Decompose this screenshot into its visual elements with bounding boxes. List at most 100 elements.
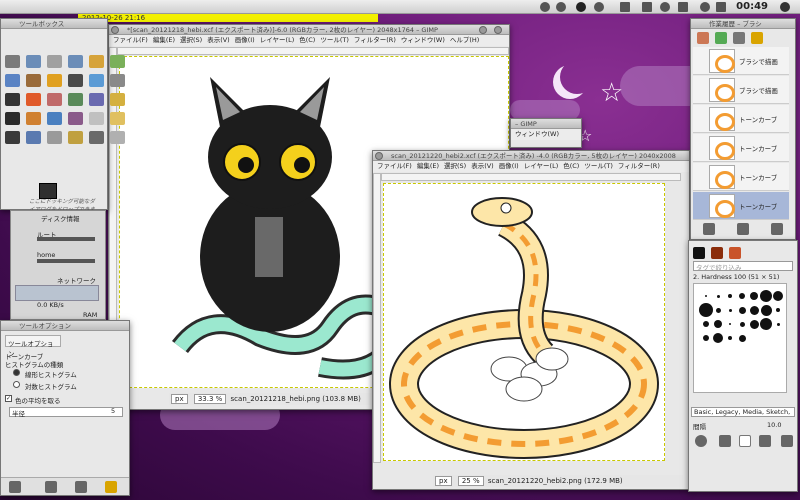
tool-icon[interactable] [110,131,125,144]
menu-item[interactable]: フィルター(R) [354,36,396,44]
black-swatch[interactable] [693,247,705,259]
tool-icon[interactable] [47,131,62,144]
tool-icon[interactable] [68,74,83,87]
menu-item[interactable]: ファイル(F) [113,36,148,44]
menu-item[interactable]: 編集(E) [153,36,175,44]
history-item[interactable]: トーンカーブ [693,192,789,220]
delete-options-icon[interactable] [75,481,87,493]
menu-item[interactable]: 編集(E) [417,162,439,170]
menu-window[interactable]: ウィンドウ(W) [511,129,581,140]
menu-item[interactable]: ヘルプ(H) [450,36,479,44]
tab-tool-options[interactable]: ツールオプション [5,335,61,358]
zoom-select[interactable]: 33.3 % [193,394,227,404]
menu-item[interactable]: 選択(S) [444,162,466,170]
reset-options-icon[interactable] [105,481,117,493]
sound-icon[interactable] [700,2,710,12]
brush-preset[interactable] [760,318,772,330]
tool-icon[interactable] [110,93,125,106]
tool-icon[interactable] [68,131,83,144]
clock[interactable]: 00:49 [736,1,768,12]
history-item[interactable]: トーンカーブ [693,134,789,162]
tool-icon[interactable] [89,93,104,106]
menu-item[interactable]: レイヤー(L) [260,36,295,44]
power-icon[interactable] [576,2,586,12]
tool-icon[interactable] [89,74,104,87]
history-item[interactable]: トーンカーブ [693,105,789,133]
brush-preset[interactable] [714,320,722,328]
delete-history-icon[interactable] [771,223,783,235]
tool-icon[interactable] [89,112,104,125]
minimize-button[interactable] [111,26,119,34]
brush-filter-input[interactable]: タグで絞り込み [693,261,793,272]
tool-icon[interactable] [5,112,20,125]
tool-icon[interactable] [68,55,83,68]
tool-icon[interactable] [89,131,104,144]
menu-item[interactable]: ファイル(F) [377,162,412,170]
brush-preset[interactable] [716,294,720,298]
zoom-select[interactable]: 25 % [457,476,484,486]
menu-item[interactable]: 表示(V) [471,162,494,170]
brush-preset[interactable] [739,321,745,327]
menu-item[interactable]: レイヤー(L) [524,162,559,170]
menu-item[interactable]: 画像(I) [235,36,255,44]
chat-icon[interactable] [594,2,604,12]
network-icon[interactable] [540,2,550,12]
brush-preset[interactable] [703,321,709,327]
volume-icon[interactable] [556,2,566,12]
brush-preset[interactable] [776,322,780,326]
tool-icon[interactable] [26,131,41,144]
tool-icon[interactable] [5,55,20,68]
redo-icon[interactable] [737,223,749,235]
orange-swatch[interactable] [729,247,741,259]
tool-icon[interactable] [26,74,41,87]
brush-grid[interactable] [693,283,787,393]
mail-icon[interactable] [620,2,630,12]
unit-select[interactable]: px [171,394,188,404]
maximize-button[interactable] [494,26,502,34]
tool-icon[interactable] [47,112,62,125]
brush-preset[interactable] [739,293,745,299]
tool-icon[interactable] [5,74,20,87]
tool-icon[interactable] [110,55,125,68]
brush-preset[interactable] [728,308,732,312]
brush-preset[interactable] [705,295,707,297]
menu-item[interactable]: 色(C) [299,36,315,44]
unit-select[interactable]: px [435,476,452,486]
brush-preset[interactable] [750,292,758,300]
tool-icon[interactable] [68,93,83,106]
close-button[interactable] [479,26,487,34]
new-brush-icon[interactable] [739,435,751,447]
tool-icon[interactable] [26,93,41,106]
tool-icon[interactable] [110,74,125,87]
brush-preset[interactable] [729,323,731,325]
menu-item[interactable]: ツール(T) [320,36,349,44]
brush-preset[interactable] [749,305,759,315]
menu-item[interactable]: ツール(T) [584,162,613,170]
brown-swatch[interactable] [711,247,723,259]
image-canvas[interactable] [383,183,665,461]
keyboard-icon[interactable] [678,2,688,12]
brush-preset[interactable] [776,308,780,312]
brush-preset[interactable] [699,303,713,317]
tool-icon[interactable] [47,74,62,87]
tool-icon[interactable] [26,55,41,68]
tool-icon[interactable] [47,55,62,68]
brush-preset[interactable] [728,294,732,298]
menu-item[interactable]: ウィンドウ(W) [401,36,445,44]
brush-preset[interactable] [715,307,721,313]
brush-preset[interactable] [738,306,746,314]
tool-icon[interactable] [26,112,41,125]
tool-icon[interactable] [89,55,104,68]
bluetooth-icon[interactable] [660,2,670,12]
brush-preset[interactable] [713,333,723,343]
undo-icon[interactable] [703,223,715,235]
average-checkbox[interactable]: ✓ [5,395,12,402]
brush-preset[interactable] [738,334,746,342]
brush-preset[interactable] [749,319,759,329]
history-item[interactable]: トーンカーブ [693,163,789,191]
menu-item[interactable]: フィルター(R) [618,162,660,170]
history-item[interactable]: ブラシで描画 [693,47,789,75]
edit-brush-icon[interactable] [719,435,731,447]
tab-history-icon[interactable] [751,32,763,44]
tab-layers-icon[interactable] [697,32,709,44]
